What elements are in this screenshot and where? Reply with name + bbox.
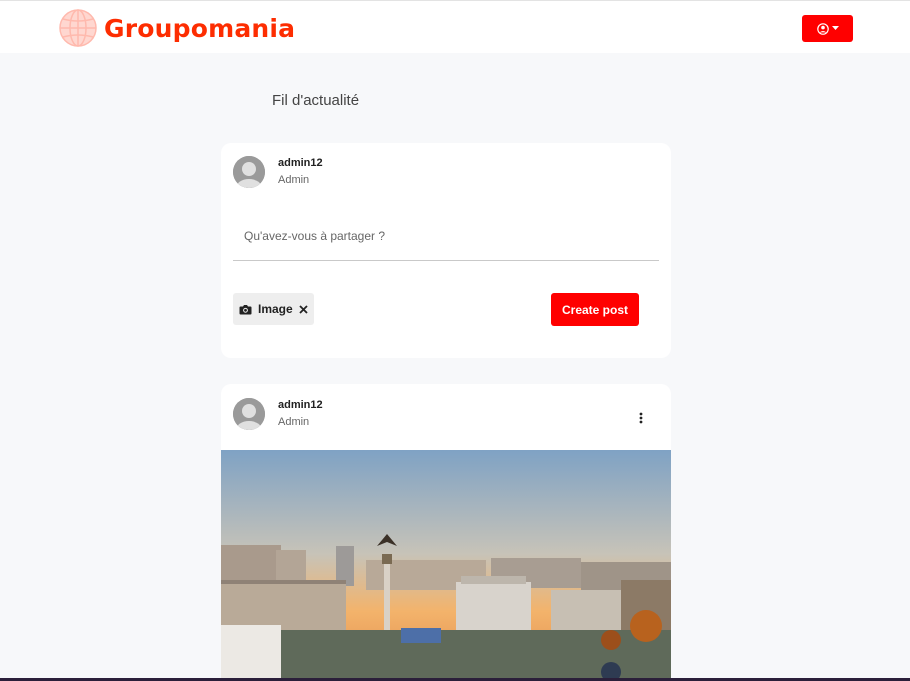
user-menu-button[interactable] bbox=[802, 15, 853, 42]
author-role: Admin bbox=[278, 174, 310, 186]
default-avatar-icon bbox=[233, 156, 265, 188]
post-image[interactable] bbox=[221, 450, 671, 681]
post-composer: admin12 Admin Image Create post bbox=[221, 143, 671, 358]
brand-logo[interactable]: Groupomania bbox=[58, 8, 295, 48]
post-card: admin12 Admin bbox=[221, 384, 671, 681]
top-navbar: Groupomania bbox=[0, 0, 910, 53]
default-avatar-icon bbox=[233, 398, 265, 430]
image-attach-label: Image bbox=[258, 302, 293, 316]
globe-icon bbox=[59, 9, 97, 47]
user-circle-icon bbox=[816, 22, 829, 35]
avatar bbox=[233, 156, 265, 188]
post-options-button[interactable] bbox=[633, 410, 649, 426]
post-text-input[interactable] bbox=[233, 211, 659, 261]
author-name[interactable]: admin12 bbox=[278, 399, 323, 411]
create-post-button[interactable]: Create post bbox=[551, 293, 639, 326]
avatar bbox=[233, 398, 265, 430]
kebab-menu-icon bbox=[639, 412, 643, 424]
author-role: Admin bbox=[278, 416, 310, 428]
camera-icon bbox=[239, 304, 252, 314]
page-title: Fil d'actualité bbox=[272, 92, 360, 109]
caret-down-icon bbox=[831, 26, 839, 30]
author-name[interactable]: admin12 bbox=[278, 157, 323, 169]
brand-name: Groupomania bbox=[104, 13, 296, 43]
close-icon[interactable] bbox=[299, 304, 308, 314]
image-attach-button[interactable]: Image bbox=[233, 293, 314, 325]
